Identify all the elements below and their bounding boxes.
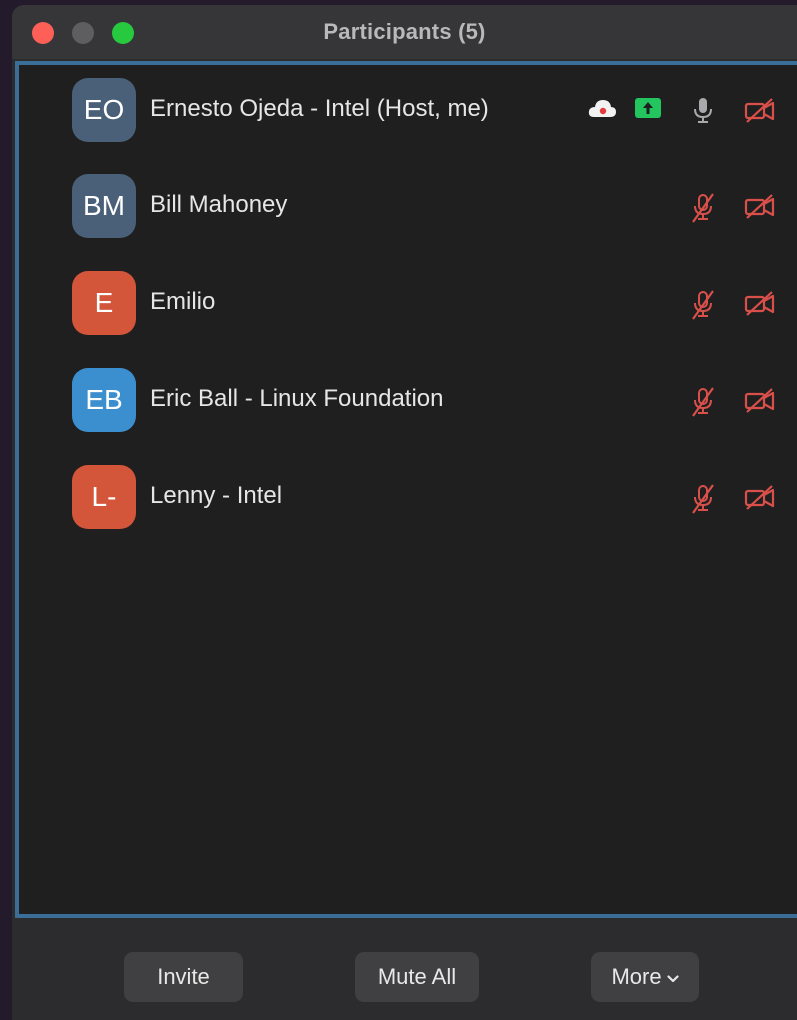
more-button-label: More — [611, 964, 662, 989]
video-off-icon[interactable] — [743, 192, 775, 220]
more-button[interactable]: More — [591, 952, 699, 1002]
participant-name: Emilio — [150, 288, 216, 315]
participant-row[interactable]: E Emilio — [19, 268, 797, 338]
video-off-icon[interactable] — [743, 483, 775, 511]
avatar: EO — [72, 78, 136, 142]
participant-row[interactable]: L- Lenny - Intel — [19, 462, 797, 532]
participant-row[interactable]: BM Bill Mahoney — [19, 171, 797, 241]
mute-all-button-label: Mute All — [377, 964, 457, 989]
video-off-icon[interactable] — [743, 289, 775, 317]
participant-row[interactable]: EB Eric Ball - Linux Foundation — [19, 365, 797, 435]
participant-name: Ernesto Ojeda - Intel (Host, me) — [150, 95, 489, 122]
invite-button-label: Invite — [157, 964, 210, 989]
mute-all-button[interactable]: Mute All — [355, 952, 479, 1002]
title-bar[interactable]: Participants (5) — [12, 5, 797, 59]
participant-name: Bill Mahoney — [150, 191, 288, 218]
mic-muted-icon[interactable] — [689, 192, 717, 223]
participant-name: Eric Ball - Linux Foundation — [150, 385, 444, 412]
cloud-recording-icon — [587, 97, 616, 125]
avatar: E — [72, 271, 136, 335]
window-title: Participants (5) — [323, 19, 486, 44]
video-off-icon[interactable] — [743, 386, 775, 414]
invite-button[interactable]: Invite — [124, 952, 243, 1002]
mic-muted-icon[interactable] — [689, 386, 717, 417]
participant-list: EO Ernesto Ojeda - Intel (Host, me) BM B… — [15, 61, 797, 918]
participant-row[interactable]: EO Ernesto Ojeda - Intel (Host, me) — [19, 75, 797, 145]
avatar: L- — [72, 465, 136, 529]
mic-muted-icon[interactable] — [689, 289, 717, 320]
mic-icon[interactable] — [689, 96, 717, 124]
avatar: EB — [72, 368, 136, 432]
chevron-down-icon — [666, 964, 679, 990]
footer-toolbar: Invite Mute All More — [12, 918, 797, 1020]
mic-muted-icon[interactable] — [689, 483, 717, 514]
share-screen-icon — [635, 98, 661, 120]
video-off-icon[interactable] — [743, 96, 775, 124]
participant-name: Lenny - Intel — [150, 482, 283, 509]
avatar: BM — [72, 174, 136, 238]
participants-window: Participants (5) EO Ernesto Ojeda - Inte… — [12, 5, 797, 1020]
